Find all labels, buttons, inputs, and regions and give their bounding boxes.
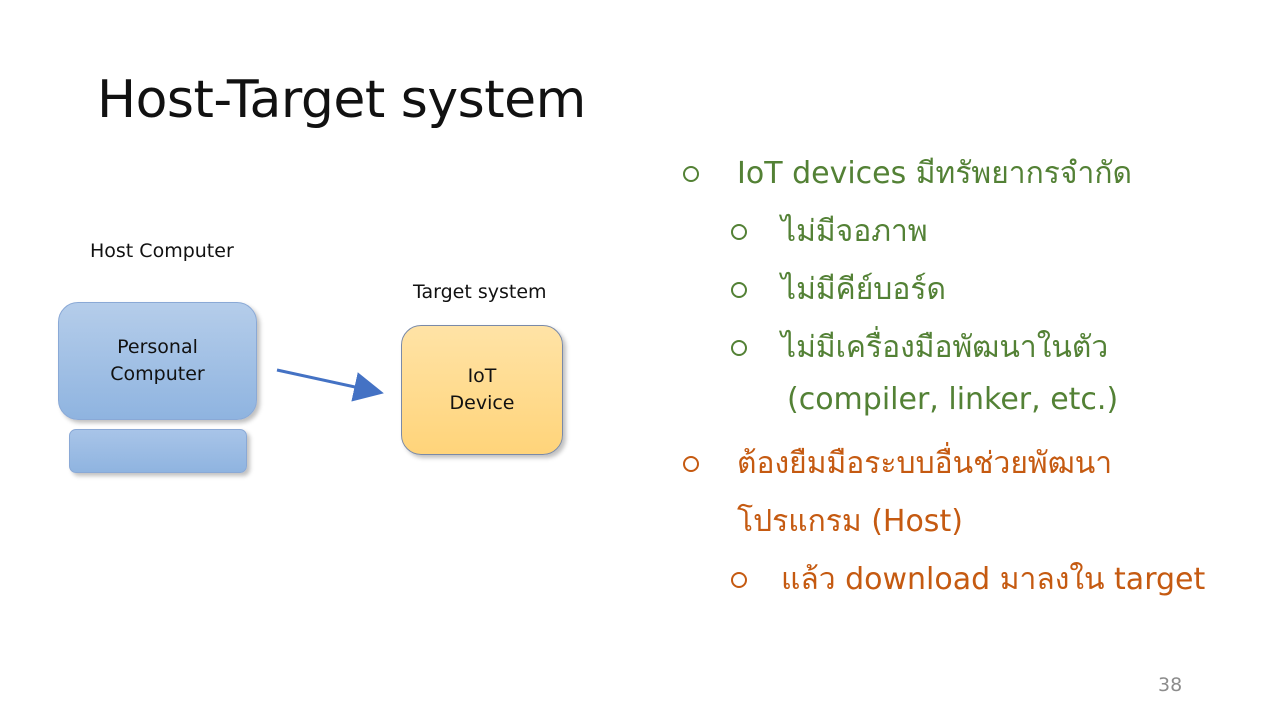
slide: Host-Target system Host Computer Target … (0, 0, 1280, 720)
bullet-item-1: IoT devices มีทรัพยากรจำกัด (683, 150, 1132, 197)
iot-device-box: IoT Device (401, 325, 563, 455)
hollow-circle-bullet-icon (731, 281, 747, 298)
hollow-circle-bullet-icon (731, 339, 747, 356)
hollow-circle-bullet-icon (683, 455, 699, 472)
bullet-continuation-5: โปรแกรม (Host) (737, 498, 963, 545)
pc-box-line2: Computer (110, 363, 205, 385)
hollow-circle-bullet-icon (683, 165, 699, 182)
page-number: 38 (1158, 674, 1183, 696)
bullet-item-4: ไม่มีเครื่องมือพัฒนาในตัว (731, 324, 1108, 371)
bullet-text-5: ต้องยืมมือระบบอื่นช่วยพัฒนา (737, 446, 1113, 481)
bullet-text-1: IoT devices มีทรัพยากรจำกัด (737, 156, 1132, 191)
bullet-text-5b: โปรแกรม (Host) (737, 504, 963, 539)
personal-computer-box: Personal Computer (58, 302, 257, 420)
slide-title: Host-Target system (97, 70, 586, 130)
bullet-text-2: ไม่มีจอภาพ (781, 214, 928, 249)
bullet-text-4: ไม่มีเครื่องมือพัฒนาในตัว (781, 330, 1109, 365)
pc-box-line1: Personal (117, 336, 198, 358)
arrow-right-icon (276, 368, 384, 402)
hollow-circle-bullet-icon (731, 571, 747, 588)
bullet-continuation-4: (compiler, linker, etc.) (787, 382, 1118, 417)
bullet-item-2: ไม่มีจอภาพ (731, 208, 928, 255)
bullet-text-3: ไม่มีคีย์บอร์ด (781, 272, 946, 307)
bullet-item-6: แล้ว download มาลงใน target (731, 556, 1205, 603)
bullet-item-5: ต้องยืมมือระบบอื่นช่วยพัฒนา (683, 440, 1112, 487)
hollow-circle-bullet-icon (731, 223, 747, 240)
bullet-text-6: แล้ว download มาลงใน target (781, 562, 1206, 597)
target-system-label: Target system (413, 281, 547, 303)
keyboard-box (69, 429, 247, 473)
iot-box-line2: Device (449, 392, 515, 414)
bullet-text-4b: (compiler, linker, etc.) (787, 382, 1119, 417)
host-computer-label: Host Computer (90, 240, 234, 262)
bullet-item-3: ไม่มีคีย์บอร์ด (731, 266, 946, 313)
iot-box-line1: IoT (467, 365, 497, 387)
